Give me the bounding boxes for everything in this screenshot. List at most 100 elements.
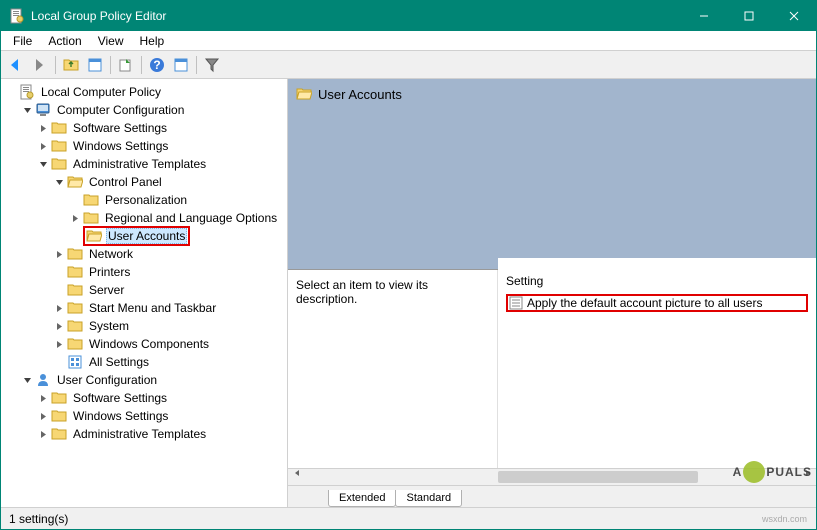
folder-icon [51,408,67,424]
folder-open-icon [67,174,83,190]
tree-label: User Accounts [106,228,187,244]
help-button[interactable] [146,54,168,76]
folder-icon [51,390,67,406]
scroll-track[interactable] [288,469,816,485]
tree-label: Server [87,283,126,297]
folder-icon [67,300,83,316]
tree-label: Computer Configuration [55,103,186,117]
filter-button[interactable] [201,54,223,76]
twisty-closed-icon[interactable] [37,122,49,134]
tree-label: Software Settings [71,121,169,135]
tree-user-config[interactable]: User Configuration [1,371,287,389]
tree-u-admin-templates[interactable]: Administrative Templates [1,425,287,443]
menu-action[interactable]: Action [40,32,89,50]
menu-file[interactable]: File [5,32,40,50]
tree-label: Windows Settings [71,409,170,423]
twisty-closed-icon[interactable] [37,410,49,422]
tree-root[interactable]: Local Computer Policy [1,83,287,101]
tree-label: Administrative Templates [71,427,208,441]
tree-windows-settings[interactable]: Windows Settings [1,137,287,155]
statusbar: 1 setting(s) [1,507,816,529]
folder-icon [67,264,83,280]
twisty-closed-icon[interactable] [37,428,49,440]
scroll-left-arrow[interactable] [288,469,305,477]
maximize-button[interactable] [726,1,771,31]
tree-admin-templates[interactable]: Administrative Templates [1,155,287,173]
twisty-closed-icon[interactable] [53,302,65,314]
tree-label: Administrative Templates [71,157,208,171]
twisty-open-icon[interactable] [21,104,33,116]
setting-item-icon [509,296,523,310]
twisty-closed-icon[interactable] [53,338,65,350]
tree-computer-config[interactable]: Computer Configuration [1,101,287,119]
twisty-closed-icon[interactable] [53,320,65,332]
details-panel: User Accounts Select an item to view its… [288,79,816,507]
toolbar-separator [110,56,111,74]
tree-system[interactable]: System [1,317,287,335]
twisty-closed-icon[interactable] [69,212,81,224]
tab-standard[interactable]: Standard [395,490,462,507]
up-button[interactable] [60,54,82,76]
twisty-none [69,230,81,242]
close-button[interactable] [771,1,816,31]
column-header-setting[interactable]: Setting [506,274,808,288]
view-tabs: Extended Standard [288,485,816,507]
setting-row[interactable]: Apply the default account picture to all… [506,294,808,312]
tree-u-software-settings[interactable]: Software Settings [1,389,287,407]
folder-icon [83,192,99,208]
horizontal-scrollbar[interactable] [288,468,816,485]
description-pane: Select an item to view its description. [288,270,498,485]
tree-all-settings[interactable]: All Settings [1,353,287,371]
twisty-open-icon[interactable] [53,176,65,188]
folder-icon [67,282,83,298]
app-icon [9,8,25,24]
tree-windows-components[interactable]: Windows Components [1,335,287,353]
tree-label: Windows Components [87,337,211,351]
twisty-closed-icon[interactable] [37,392,49,404]
tree-personalization[interactable]: Personalization [1,191,287,209]
tree-user-accounts[interactable]: User Accounts [1,227,287,245]
folder-open-icon [86,228,102,244]
properties-button[interactable] [84,54,106,76]
titlebar: Local Group Policy Editor [1,1,816,31]
all-settings-icon [67,354,83,370]
window-title: Local Group Policy Editor [31,9,681,23]
back-button[interactable] [5,54,27,76]
minimize-button[interactable] [681,1,726,31]
tree-control-panel[interactable]: Control Panel [1,173,287,191]
tree-label: System [87,319,131,333]
tree-label: User Configuration [55,373,159,387]
tree-label: Windows Settings [71,139,170,153]
tree-network[interactable]: Network [1,245,287,263]
toolbar [1,51,816,79]
tree-start-menu[interactable]: Start Menu and Taskbar [1,299,287,317]
tree-label: Printers [87,265,132,279]
tree-regional[interactable]: Regional and Language Options [1,209,287,227]
tab-extended[interactable]: Extended [328,490,396,507]
menu-help[interactable]: Help [132,32,173,50]
details-view-button[interactable] [170,54,192,76]
tree-u-windows-settings[interactable]: Windows Settings [1,407,287,425]
tree-software-settings[interactable]: Software Settings [1,119,287,137]
tree-label: Start Menu and Taskbar [87,301,218,315]
scroll-thumb[interactable] [498,471,698,483]
folder-icon [51,120,67,136]
twisty-closed-icon[interactable] [53,248,65,260]
twisty-open-icon[interactable] [37,158,49,170]
twisty-open-icon[interactable] [21,374,33,386]
twisty-closed-icon[interactable] [37,140,49,152]
menubar: File Action View Help [1,31,816,51]
tree-server[interactable]: Server [1,281,287,299]
twisty-open-icon[interactable] [5,86,17,98]
scroll-right-arrow[interactable] [799,469,816,477]
twisty-none [69,194,81,206]
highlight-box: User Accounts [83,226,190,246]
menu-view[interactable]: View [90,32,132,50]
computer-icon [35,102,51,118]
export-button[interactable] [115,54,137,76]
tree-panel[interactable]: Local Computer Policy Computer Configura… [1,79,288,507]
forward-button[interactable] [29,54,51,76]
folder-icon [83,210,99,226]
tree-printers[interactable]: Printers [1,263,287,281]
toolbar-separator [196,56,197,74]
